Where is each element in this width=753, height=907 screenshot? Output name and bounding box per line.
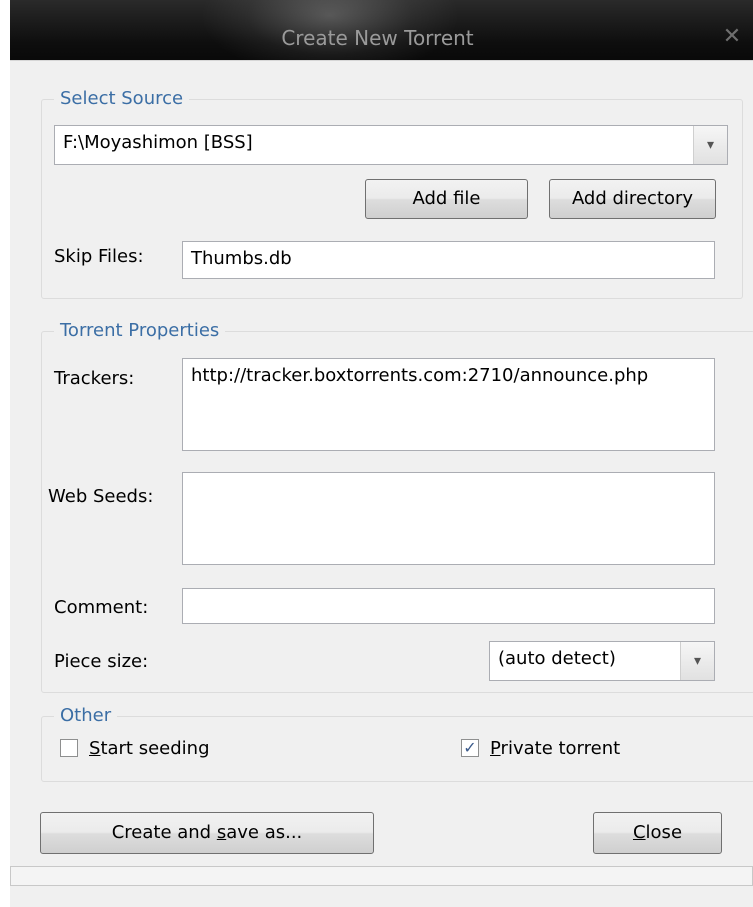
dialog-client-area: Select Source F:\Moyashimon [BSS] ▾ Add … (10, 60, 753, 907)
start-seeding-checkbox[interactable] (60, 739, 78, 757)
close-button[interactable]: Close (593, 812, 722, 854)
private-torrent-checkbox[interactable]: ✓ (461, 739, 479, 757)
private-torrent-label[interactable]: Private torrent (490, 738, 620, 760)
select-source-legend: Select Source (54, 88, 190, 110)
chevron-down-icon[interactable]: ▾ (680, 642, 714, 680)
skip-files-label: Skip Files: (54, 246, 144, 267)
start-seeding-label[interactable]: Start seeding (89, 738, 210, 760)
web-seeds-textarea[interactable] (182, 472, 715, 565)
status-bar (10, 866, 753, 886)
comment-label: Comment: (54, 597, 149, 618)
piece-size-value: (auto detect) (498, 648, 616, 669)
create-torrent-window: Create New Torrent ✕ Select Source F:\Mo… (10, 0, 753, 907)
create-and-save-button[interactable]: Create and save as... (40, 812, 374, 854)
web-seeds-label: Web Seeds: (48, 486, 154, 507)
piece-size-select[interactable]: (auto detect) ▾ (489, 641, 715, 681)
trackers-label: Trackers: (54, 368, 135, 389)
piece-size-label: Piece size: (54, 651, 149, 672)
window-title: Create New Torrent (281, 26, 474, 50)
close-icon[interactable]: ✕ (719, 24, 745, 50)
source-path-combo[interactable]: F:\Moyashimon [BSS] ▾ (54, 125, 728, 165)
add-file-button[interactable]: Add file (365, 179, 528, 219)
trackers-textarea[interactable]: http://tracker.boxtorrents.com:2710/anno… (182, 358, 715, 451)
torrent-properties-legend: Torrent Properties (54, 320, 226, 342)
other-legend: Other (54, 705, 118, 727)
comment-input[interactable] (182, 588, 715, 624)
check-icon: ✓ (463, 738, 477, 757)
add-directory-button[interactable]: Add directory (549, 179, 716, 219)
source-path-value: F:\Moyashimon [BSS] (63, 132, 253, 153)
chevron-down-icon[interactable]: ▾ (693, 126, 727, 164)
skip-files-input[interactable]: Thumbs.db (182, 241, 715, 279)
